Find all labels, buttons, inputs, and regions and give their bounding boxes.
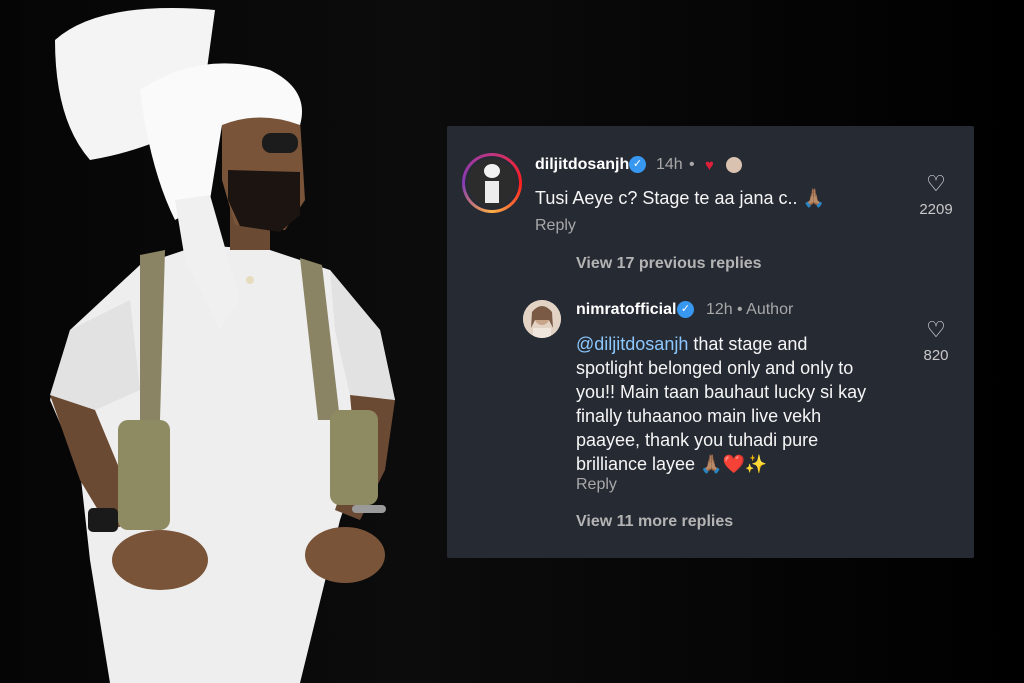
verified-badge-icon: ✓: [677, 301, 694, 318]
red-heart-icon: ♥: [705, 157, 714, 174]
reply-line-2: spotlight belonged only and only to: [576, 358, 854, 378]
commenter-avatar[interactable]: [462, 153, 522, 213]
reply-line-1: that stage and: [688, 334, 808, 354]
reply-like-count: 820: [923, 347, 949, 364]
heart-outline-icon[interactable]: ♡: [911, 173, 961, 195]
comment-like-count: 2209: [919, 201, 953, 218]
reply-line-3: you!! Main taan bauhaut lucky si kay: [576, 382, 867, 402]
reply-button[interactable]: Reply: [576, 476, 617, 494]
time-separator: •: [689, 156, 695, 173]
reply-username[interactable]: nimratofficial: [576, 301, 676, 319]
avatar-photo-icon: [523, 300, 561, 338]
verified-badge-icon: ✓: [629, 156, 646, 173]
heart-outline-icon[interactable]: ♡: [911, 319, 961, 341]
reply-button[interactable]: Reply: [535, 217, 576, 235]
instagram-comment-card: diljitdosanjh ✓ 14h • ♥ Tusi Aeye c? Sta…: [447, 126, 974, 558]
mention-link[interactable]: @diljitdosanjh: [576, 334, 688, 354]
avatar-photo-icon: [468, 159, 516, 207]
commenter-username[interactable]: diljitdosanjh: [535, 156, 629, 174]
comment-text: Tusi Aeye c? Stage te aa jana c.. 🙏🏽: [535, 188, 825, 208]
comment-time: 14h: [656, 156, 683, 173]
reply-time: 12h: [706, 301, 733, 318]
reply-line-6: brilliance layee 🙏🏽❤️✨: [576, 454, 768, 474]
reply-author-avatar[interactable]: [523, 300, 561, 338]
view-previous-replies-link[interactable]: View 17 previous replies: [576, 255, 762, 273]
reply-text: @diljitdosanjh that stage and spotlight …: [576, 332, 906, 476]
view-more-replies-link[interactable]: View 11 more replies: [576, 513, 733, 531]
author-liked-avatar: [726, 157, 742, 173]
reply-like[interactable]: ♡ 820: [911, 319, 961, 365]
reply-line-5: paayee, thank you tuhadi pure: [576, 430, 819, 450]
comment-like[interactable]: ♡ 2209: [911, 173, 961, 219]
reply-line-4: finally tuhaanoo main live vekh: [576, 406, 822, 426]
author-label: • Author: [737, 301, 794, 318]
